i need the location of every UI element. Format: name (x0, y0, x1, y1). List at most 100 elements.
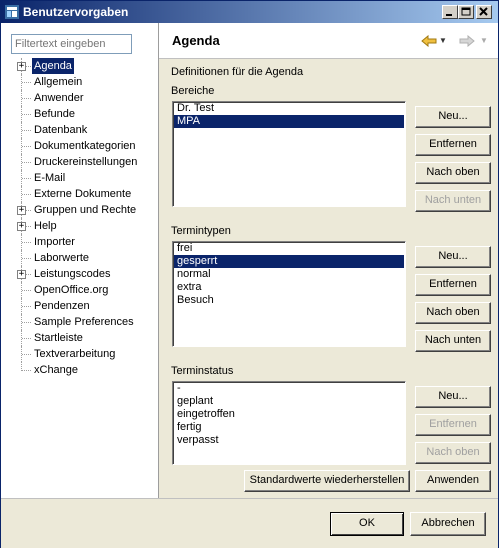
list-item[interactable]: Besuch (174, 294, 404, 307)
termintypen-list[interactable]: frei gesperrt normal extra Besuch (172, 241, 406, 347)
expand-icon[interactable]: + (17, 222, 26, 231)
tree-item[interactable]: Druckereinstellungen (5, 154, 157, 170)
list-item[interactable]: normal (174, 268, 404, 281)
page-title: Agenda (172, 33, 220, 48)
expand-icon[interactable]: + (17, 206, 26, 215)
arrow-right-icon[interactable] (459, 35, 475, 47)
tree-item-label: Textverarbeitung (34, 348, 116, 360)
list-item[interactable]: Dr. Test (174, 102, 404, 115)
tree-item[interactable]: Textverarbeitung (5, 346, 157, 362)
tree-item[interactable]: Startleiste (5, 330, 157, 346)
tree-item-label: Agenda (32, 58, 74, 74)
termintypen-down-button[interactable]: Nach unten (415, 330, 491, 352)
list-item[interactable]: frei (174, 242, 404, 255)
expand-icon[interactable]: + (17, 62, 26, 71)
tree-line (22, 306, 31, 307)
minimize-button[interactable] (442, 5, 458, 19)
tree-item-label: Druckereinstellungen (34, 156, 138, 168)
tree-item[interactable]: + Help (5, 218, 157, 234)
ok-button[interactable]: OK (330, 512, 404, 536)
close-button[interactable] (476, 5, 492, 19)
tree-line (22, 114, 31, 115)
terminstatus-list[interactable]: - geplant eingetroffen fertig verpasst (172, 381, 406, 465)
page-description: Definitionen für die Agenda (171, 66, 304, 78)
list-item[interactable]: gesperrt (174, 255, 404, 268)
title-bar[interactable]: Benutzervorgaben (1, 1, 498, 23)
tree-line (22, 322, 31, 323)
tree-item-label: Allgemein (34, 76, 83, 88)
maximize-icon (461, 7, 471, 16)
tree-item[interactable]: Dokumentkategorien (5, 138, 157, 154)
tree-item-label: Importer (34, 236, 75, 248)
tree-item[interactable]: E-Mail (5, 170, 157, 186)
apply-button[interactable]: Anwenden (415, 470, 491, 492)
bereiche-down-button[interactable]: Nach unten (415, 190, 491, 212)
tree-item[interactable]: Sample Preferences (5, 314, 157, 330)
tree-item[interactable]: Laborwerte (5, 250, 157, 266)
termintypen-remove-button[interactable]: Entfernen (415, 274, 491, 296)
list-item[interactable]: - (174, 382, 404, 395)
filter-input[interactable] (11, 34, 132, 54)
tree-item[interactable]: Anwender (5, 90, 157, 106)
tree-item-label: Startleiste (34, 332, 83, 344)
tree-item[interactable]: xChange (5, 362, 157, 378)
bereiche-remove-button[interactable]: Entfernen (415, 134, 491, 156)
tree-item-label: Anwender (34, 92, 84, 104)
termintypen-new-button[interactable]: Neu... (415, 246, 491, 268)
tree-item[interactable]: Externe Dokumente (5, 186, 157, 202)
list-item[interactable]: eingetroffen (174, 408, 404, 421)
tree-item-label: Pendenzen (34, 300, 90, 312)
terminstatus-remove-button[interactable]: Entfernen (415, 414, 491, 436)
tree-item[interactable]: Importer (5, 234, 157, 250)
forward-dropdown-icon[interactable]: ▼ (480, 36, 488, 45)
bereiche-up-button[interactable]: Nach oben (415, 162, 491, 184)
tree-line (22, 338, 31, 339)
list-item[interactable]: fertig (174, 421, 404, 434)
arrow-left-icon[interactable] (421, 35, 437, 47)
list-item[interactable]: geplant (174, 395, 404, 408)
terminstatus-new-button[interactable]: Neu... (415, 386, 491, 408)
list-item[interactable]: extra (174, 281, 404, 294)
page-header: Agenda ▼ ▼ (159, 23, 498, 59)
tree-line (22, 290, 31, 291)
tree-line (22, 146, 31, 147)
tree-item-label: Leistungscodes (34, 268, 111, 280)
tree-item[interactable]: Pendenzen (5, 298, 157, 314)
tree-item[interactable]: + Agenda (5, 58, 157, 74)
tree-line (22, 194, 31, 195)
tree-item-label: Externe Dokumente (34, 188, 132, 200)
tree-item-label: Datenbank (34, 124, 88, 136)
tree-item[interactable]: + Gruppen und Rechte (5, 202, 157, 218)
list-item[interactable]: verpasst (174, 434, 404, 447)
tree-line (22, 354, 31, 355)
navigation-panel: + Agenda Allgemein Anwender Befunde Datenbank… (5, 26, 157, 496)
tree-line (22, 82, 31, 83)
tree-item-label: Help (34, 220, 57, 232)
close-icon (479, 7, 488, 16)
bereiche-new-button[interactable]: Neu... (415, 106, 491, 128)
list-item[interactable]: MPA (174, 115, 404, 128)
tree-line (22, 162, 31, 163)
bereiche-list[interactable]: Dr. Test MPA (172, 101, 406, 207)
maximize-button[interactable] (458, 5, 474, 19)
termintypen-label: Termintypen (171, 225, 231, 237)
tree-item-label: OpenOffice.org (34, 284, 109, 296)
tree-item-label: Befunde (34, 108, 75, 120)
expand-icon[interactable]: + (17, 270, 26, 279)
minimize-icon (446, 14, 452, 16)
cancel-button[interactable]: Abbrechen (410, 512, 486, 536)
tree-item[interactable]: + Leistungscodes (5, 266, 157, 282)
back-dropdown-icon[interactable]: ▼ (439, 36, 447, 45)
tree-item[interactable]: Datenbank (5, 122, 157, 138)
terminstatus-up-button[interactable]: Nach oben (415, 442, 491, 464)
termintypen-up-button[interactable]: Nach oben (415, 302, 491, 324)
tree-item[interactable]: Befunde (5, 106, 157, 122)
restore-defaults-button[interactable]: Standardwerte wiederherstellen (244, 470, 410, 492)
tree-item-label: Dokumentkategorien (34, 140, 136, 152)
tree-item[interactable]: OpenOffice.org (5, 282, 157, 298)
preferences-window-icon (5, 5, 19, 19)
tree-item[interactable]: Allgemein (5, 74, 157, 90)
tree-item-label: xChange (34, 364, 79, 376)
preferences-window: Benutzervorgaben + Agenda Allgemein Anwende… (0, 0, 499, 548)
tree-item-label: Gruppen und Rechte (34, 204, 137, 216)
